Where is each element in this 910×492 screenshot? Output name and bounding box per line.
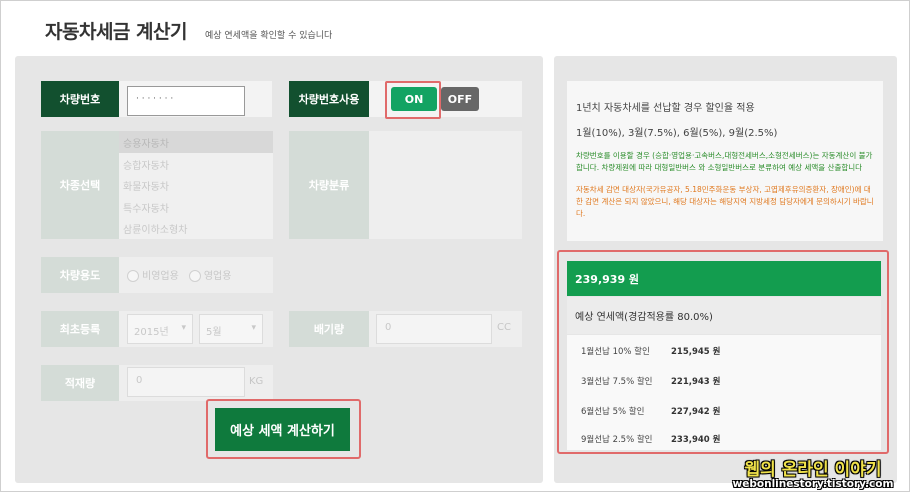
discount-row: 6월선납 5% 할인 227,942 원 bbox=[581, 407, 721, 417]
usage-option-commercial[interactable]: 영업용 bbox=[188, 267, 231, 282]
radio-icon bbox=[188, 270, 201, 282]
chevron-down-icon: ▾ bbox=[181, 323, 186, 333]
discount-row: 1월선납 10% 할인 215,945 원 bbox=[581, 347, 721, 357]
use-plate-label: 차량번호사용 bbox=[289, 81, 369, 117]
displacement-label: 배기량 bbox=[289, 311, 369, 347]
result-subtitle: 예상 연세액(경감적용률 80.0%) bbox=[567, 297, 881, 334]
info-plate-note: 차량번호를 이용할 경우 (승합·영업용·고속버스,대형전세버스,소형전세버스)… bbox=[576, 151, 873, 172]
watermark: 웹의 온라인 이야기 webonlinestory.tistory.com bbox=[723, 455, 903, 490]
reg-month-select[interactable]: 5월 ▾ bbox=[199, 314, 263, 344]
page-header: 자동차세금 계산기 예상 연세액을 확인할 수 있습니다 bbox=[45, 17, 332, 44]
info-exemption-note: 자동차세 감면 대상자(국가유공자, 5.18민주화운동 부상자, 고엽제후유의… bbox=[576, 185, 874, 218]
page-title: 자동차세금 계산기 bbox=[45, 21, 187, 43]
displacement-input[interactable]: 0 bbox=[376, 314, 492, 344]
info-discount-note: 1년치 자동차세를 선납할 경우 할인율 적용 bbox=[576, 103, 755, 114]
plate-label: 차량번호 bbox=[41, 81, 119, 117]
vehicle-class-label: 차량분류 bbox=[289, 131, 369, 239]
usage-option-private[interactable]: 비영업용 bbox=[127, 267, 179, 282]
calculate-button[interactable]: 예상 세액 계산하기 bbox=[215, 408, 350, 451]
vehicle-type-label: 차종선택 bbox=[41, 131, 119, 239]
info-box: 1년치 자동차세를 선납할 경우 할인율 적용 1월(10%), 3월(7.5%… bbox=[567, 81, 883, 241]
usage-label: 차량용도 bbox=[41, 257, 119, 293]
discount-row: 3월선납 7.5% 할인 221,943 원 bbox=[581, 377, 721, 387]
toggle-on-button[interactable]: ON bbox=[391, 87, 437, 111]
displacement-unit: CC bbox=[497, 322, 511, 333]
vehicle-type-item[interactable]: 삼륜이하소형차 bbox=[119, 217, 273, 239]
radio-icon bbox=[127, 270, 139, 282]
vehicle-type-item[interactable]: 승용자동차 bbox=[119, 131, 273, 153]
reg-year-value: 2015년 bbox=[134, 327, 169, 338]
reg-month-value: 5월 bbox=[206, 327, 222, 338]
load-label: 적재량 bbox=[41, 365, 119, 401]
toggle-off-button[interactable]: OFF bbox=[441, 87, 479, 111]
plate-input[interactable]: · · ‧ ‧ ‧ ‧ ‧ bbox=[127, 86, 245, 116]
result-total: 239,939 원 bbox=[567, 261, 881, 296]
vehicle-type-item[interactable]: 화물자동차 bbox=[119, 174, 273, 196]
reg-year-select[interactable]: 2015년 ▾ bbox=[127, 314, 193, 344]
vehicle-type-list[interactable]: 승용자동차 승합자동차 화물자동차 특수자동차 삼륜이하소형차 bbox=[119, 131, 273, 239]
vehicle-type-item[interactable]: 승합자동차 bbox=[119, 153, 273, 175]
watermark-title: 웹의 온라인 이야기 bbox=[744, 460, 882, 480]
load-unit: KG bbox=[249, 376, 264, 387]
load-input[interactable]: 0 bbox=[127, 367, 245, 397]
first-reg-label: 최초등록 bbox=[41, 311, 119, 347]
usage-radio-group: 비영업용 영업용 bbox=[127, 267, 231, 282]
vehicle-type-item[interactable]: 특수자동차 bbox=[119, 196, 273, 218]
discount-row: 9월선납 2.5% 할인 233,940 원 bbox=[581, 435, 721, 445]
page-subtitle: 예상 연세액을 확인할 수 있습니다 bbox=[204, 31, 333, 41]
watermark-url: webonlinestory.tistory.com bbox=[732, 478, 894, 490]
info-discount-rates: 1월(10%), 3월(7.5%), 6월(5%), 9월(2.5%) bbox=[576, 128, 778, 139]
chevron-down-icon: ▾ bbox=[251, 323, 256, 333]
